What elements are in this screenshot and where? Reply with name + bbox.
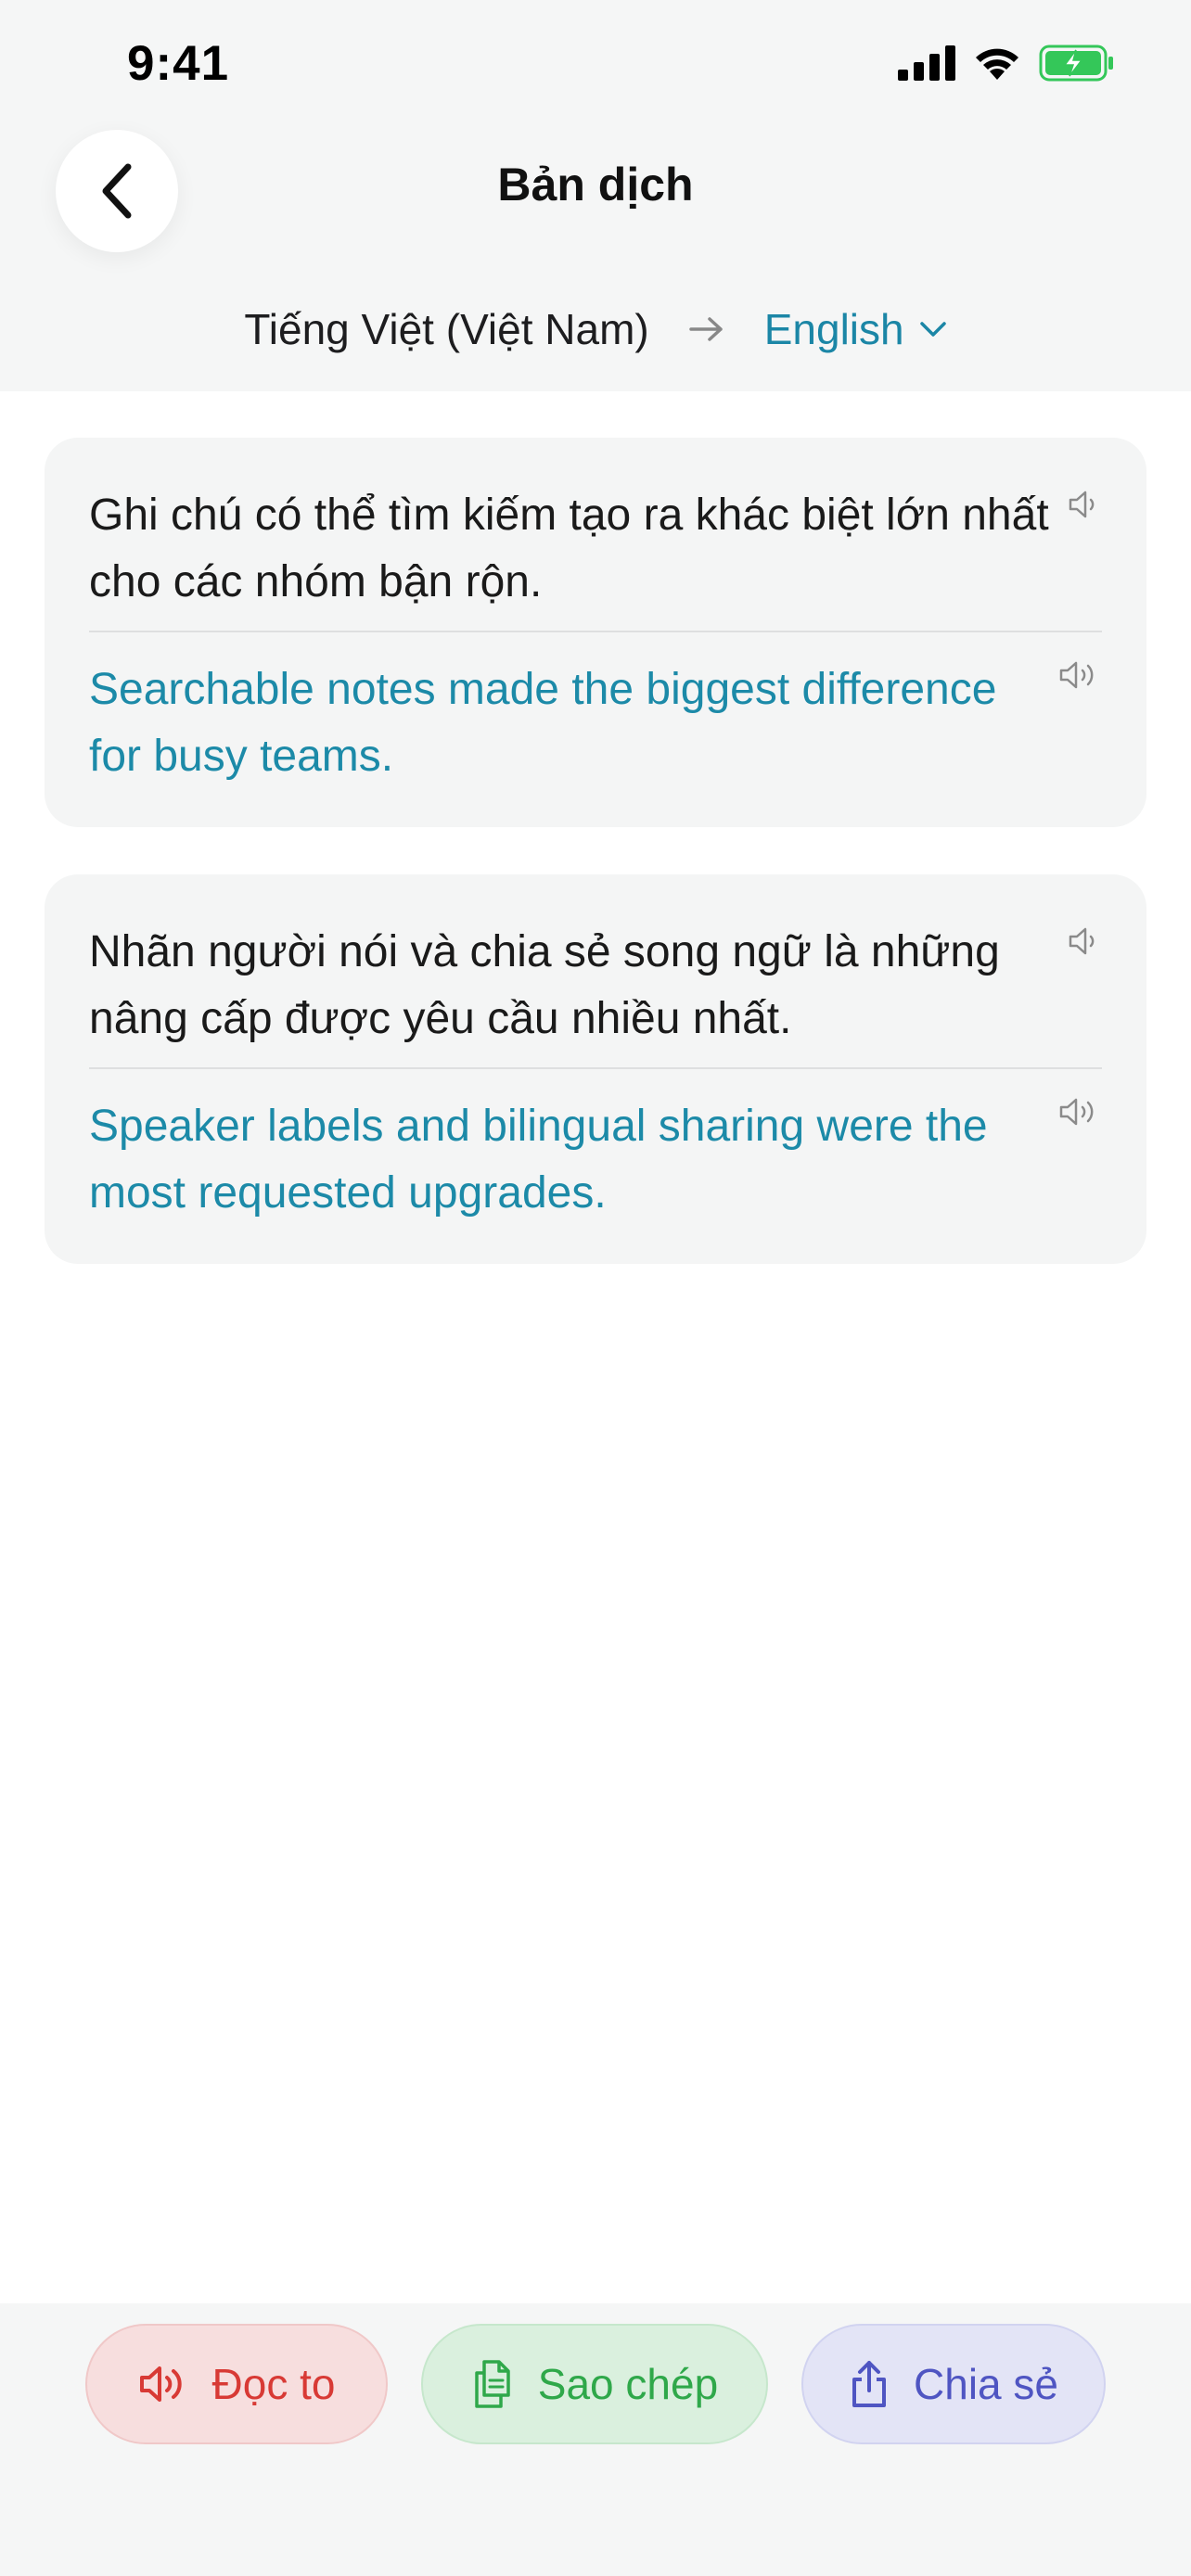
source-language: Tiếng Việt (Việt Nam) [244, 305, 649, 353]
source-text: Ghi chú có thể tìm kiếm tạo ra khác biệt… [89, 491, 1049, 606]
speaker-icon[interactable] [1065, 923, 1102, 960]
bottom-action-bar: Đọc to Sao chép Chia sẻ [0, 2303, 1191, 2576]
source-text: Nhãn người nói và chia sẻ song ngữ là nh… [89, 927, 1000, 1043]
copy-label: Sao chép [537, 2360, 719, 2408]
status-icons [898, 45, 1115, 82]
arrow-right-icon [688, 315, 725, 343]
share-button[interactable]: Chia sẻ [801, 2324, 1106, 2444]
speaker-icon[interactable] [1057, 1093, 1102, 1130]
copy-icon [475, 2360, 510, 2408]
divider [89, 1067, 1102, 1069]
speaker-icon [139, 2366, 182, 2402]
cellular-signal-icon [898, 45, 955, 81]
battery-charging-icon [1039, 45, 1113, 82]
status-time: 9:41 [127, 36, 230, 91]
translated-text: Searchable notes made the biggest differ… [89, 665, 997, 781]
share-icon [852, 2361, 887, 2407]
share-label: Chia sẻ [914, 2360, 1058, 2408]
translation-card: Ghi chú có thể tìm kiếm tạo ra khác biệt… [45, 438, 1146, 827]
page-title: Bản dịch [497, 159, 694, 210]
wifi-icon [976, 48, 1018, 80]
translation-card: Nhãn người nói và chia sẻ song ngữ là nh… [45, 874, 1146, 1264]
speaker-icon[interactable] [1065, 486, 1102, 523]
language-selector-row: Tiếng Việt (Việt Nam) English [0, 304, 1191, 354]
translated-text: Speaker labels and bilingual sharing wer… [89, 1102, 988, 1218]
chevron-down-icon [919, 322, 946, 337]
copy-button[interactable]: Sao chép [421, 2324, 768, 2444]
read-aloud-label: Đọc to [211, 2360, 336, 2408]
speaker-icon[interactable] [1057, 657, 1102, 694]
divider [89, 631, 1102, 632]
target-language-label: English [763, 305, 904, 353]
read-aloud-button[interactable]: Đọc to [85, 2324, 388, 2444]
target-language-dropdown[interactable]: English [764, 304, 947, 354]
